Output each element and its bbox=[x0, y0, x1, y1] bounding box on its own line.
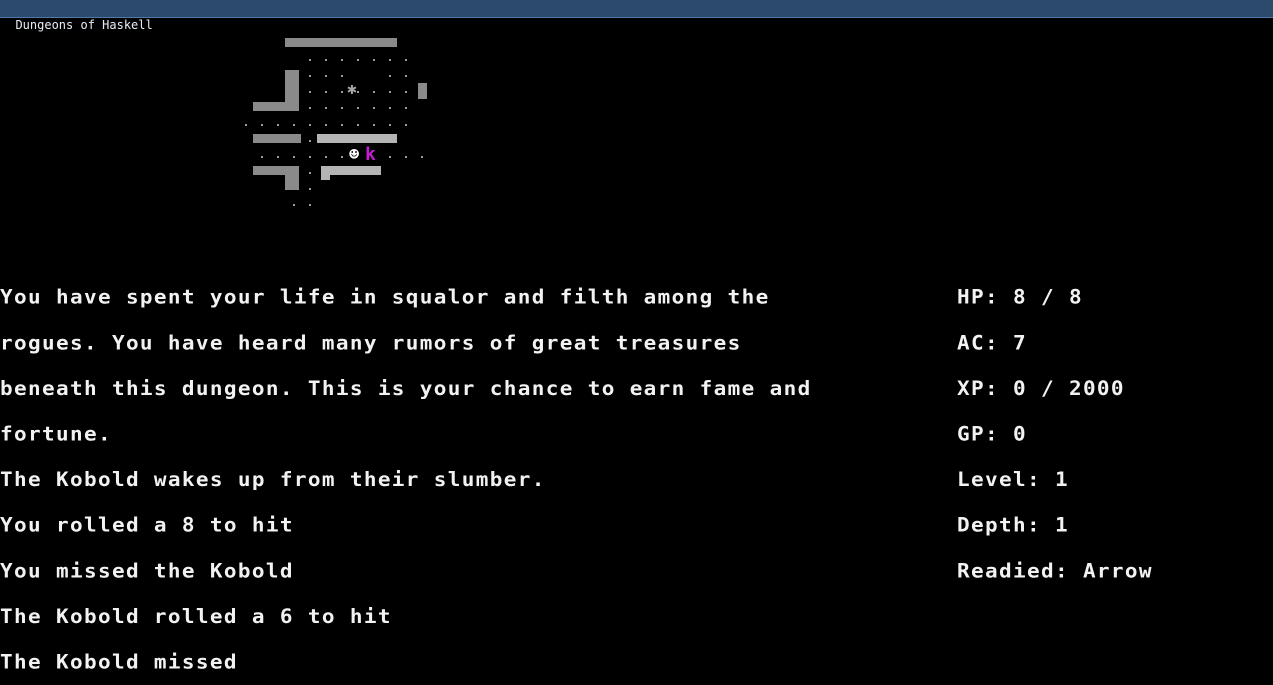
hp-stat: HP: 8 / 8 bbox=[957, 285, 1083, 309]
readied-weapon: Readied: Arrow bbox=[957, 559, 1153, 582]
floor-tile bbox=[405, 107, 407, 109]
floor-tile bbox=[325, 156, 327, 158]
floor-tile bbox=[309, 204, 311, 206]
ac-stat: AC: 7 bbox=[957, 331, 1027, 354]
floor-tile bbox=[357, 107, 359, 109]
floor-tile bbox=[357, 59, 359, 61]
floor-tile bbox=[405, 75, 407, 77]
player-character[interactable]: ☻ bbox=[349, 147, 359, 164]
floor-tile bbox=[341, 107, 343, 109]
floor-tile bbox=[357, 124, 359, 126]
wall-mid-center bbox=[317, 134, 397, 143]
message-line: You have spent your life in squalor and … bbox=[0, 285, 770, 309]
wall-lower-left-vertical bbox=[285, 166, 299, 190]
floor-tile bbox=[389, 124, 391, 126]
wall-lower-center-horizontal bbox=[321, 166, 381, 175]
floor-tile bbox=[325, 75, 327, 77]
floor-tile bbox=[389, 156, 391, 158]
floor-tile bbox=[389, 107, 391, 109]
floor-tile bbox=[357, 91, 359, 93]
wall-mid-left bbox=[253, 134, 301, 143]
floor-tile bbox=[325, 124, 327, 126]
floor-tile bbox=[373, 59, 375, 61]
message-line: The Kobold missed bbox=[0, 650, 238, 674]
message-line: fortune. bbox=[0, 422, 112, 446]
gp-stat: GP: 0 bbox=[957, 422, 1027, 446]
floor-tile bbox=[245, 124, 247, 126]
floor-tile bbox=[293, 124, 295, 126]
floor-tile bbox=[373, 124, 375, 126]
floor-tile bbox=[373, 91, 375, 93]
floor-tile bbox=[309, 107, 311, 109]
floor-tile bbox=[389, 91, 391, 93]
depth-stat: Depth: 1 bbox=[957, 513, 1069, 537]
message-log: You have spent your life in squalor and … bbox=[0, 259, 812, 685]
floor-tile bbox=[341, 124, 343, 126]
floor-tile bbox=[341, 156, 343, 158]
floor-tile bbox=[309, 75, 311, 77]
floor-tile bbox=[325, 107, 327, 109]
floor-tile bbox=[341, 75, 343, 77]
floor-tile bbox=[405, 124, 407, 126]
floor-tile bbox=[293, 156, 295, 158]
floor-tile bbox=[389, 59, 391, 61]
window-title-bar: Dungeons of Haskell bbox=[0, 0, 1273, 32]
floor-tile bbox=[293, 204, 295, 206]
message-line: The Kobold rolled a 6 to hit bbox=[0, 604, 392, 628]
floor-tile bbox=[309, 124, 311, 126]
floor-tile bbox=[405, 91, 407, 93]
floor-tile bbox=[373, 107, 375, 109]
wall-top bbox=[285, 38, 397, 47]
floor-tile bbox=[421, 156, 423, 158]
wall-left-upper-horizontal bbox=[253, 102, 299, 111]
floor-tile bbox=[325, 59, 327, 61]
floor-tile bbox=[341, 91, 343, 93]
floor-tile bbox=[277, 124, 279, 126]
floor-tile bbox=[341, 59, 343, 61]
floor-tile bbox=[309, 59, 311, 61]
floor-tile bbox=[325, 91, 327, 93]
stats-panel: HP: 8 / 8 AC: 7 XP: 0 / 2000 GP: 0 Level… bbox=[957, 259, 1153, 593]
floor-tile bbox=[405, 59, 407, 61]
message-line: The Kobold wakes up from their slumber. bbox=[0, 468, 546, 491]
floor-tile bbox=[309, 156, 311, 158]
message-line: beneath this dungeon. This is your chanc… bbox=[0, 376, 812, 400]
dungeon-map[interactable]: ✱ ☻ k bbox=[0, 19, 1273, 249]
floor-tile bbox=[405, 156, 407, 158]
kobold-monster[interactable]: k bbox=[365, 146, 376, 164]
floor-tile bbox=[309, 172, 311, 174]
wall-right-door bbox=[418, 83, 427, 99]
message-line: rogues. You have heard many rumors of gr… bbox=[0, 331, 742, 354]
message-line: You rolled a 8 to hit bbox=[0, 513, 294, 537]
floor-tile bbox=[309, 91, 311, 93]
xp-stat: XP: 0 / 2000 bbox=[957, 376, 1125, 400]
floor-tile bbox=[309, 188, 311, 190]
message-line: You missed the Kobold bbox=[0, 559, 294, 582]
floor-tile bbox=[261, 124, 263, 126]
floor-tile bbox=[389, 75, 391, 77]
floor-tile bbox=[277, 156, 279, 158]
floor-tile bbox=[309, 140, 311, 142]
level-stat: Level: 1 bbox=[957, 468, 1069, 491]
trap-marker[interactable]: ✱ bbox=[347, 81, 357, 97]
floor-tile bbox=[261, 156, 263, 158]
